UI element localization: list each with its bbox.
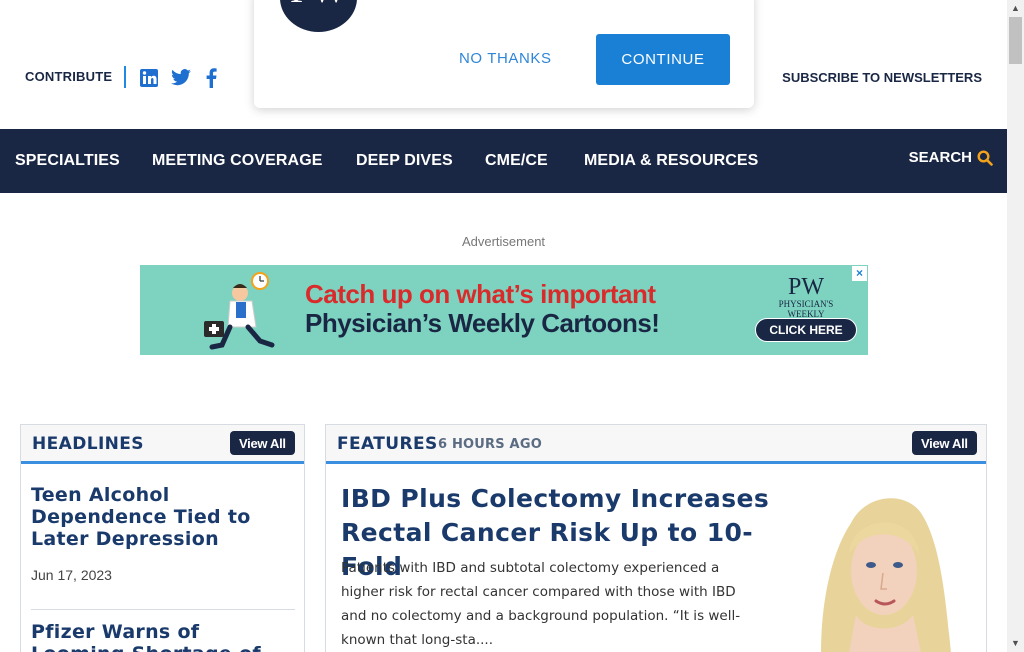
nav-item-deep-dives[interactable]: DEEP DIVES	[356, 152, 453, 170]
page: CONTRIBUTE SUBSCRIBE TO NEWSLETTERS SPEC…	[0, 0, 1007, 652]
list-item[interactable]: Pfizer Warns of Looming Shortage of	[31, 621, 295, 652]
list-item[interactable]: Teen Alcohol Dependence Tied to Later De…	[31, 484, 295, 583]
feature-article-photo[interactable]	[781, 483, 981, 652]
search-icon	[977, 149, 993, 166]
scrollbar-thumb[interactable]	[1009, 17, 1022, 64]
search-label: SEARCH	[908, 149, 972, 166]
headline-title[interactable]: Teen Alcohol Dependence Tied to Later De…	[31, 484, 295, 550]
contribute-link[interactable]: CONTRIBUTE	[25, 69, 112, 84]
subscribe-newsletters-link[interactable]: SUBSCRIBE TO NEWSLETTERS	[782, 70, 982, 85]
notification-popup: PW NO THANKS CONTINUE	[254, 0, 754, 108]
features-title: FEATURES	[337, 434, 438, 454]
nav-item-meeting-coverage[interactable]: MEETING COVERAGE	[152, 152, 323, 170]
no-thanks-button[interactable]: NO THANKS	[459, 50, 552, 67]
ad-headline-1: Catch up on what’s important	[305, 279, 656, 309]
ad-close-icon[interactable]: ×	[852, 266, 867, 281]
headlines-header: HEADLINES View All	[21, 425, 304, 464]
ad-headline-2: Physician’s Weekly Cartoons!	[305, 308, 660, 338]
features-view-all-button[interactable]: View All	[912, 431, 977, 455]
ad-brand-logo: PW PHYSICIAN'S WEEKLY	[764, 275, 848, 319]
nav-item-media-resources[interactable]: MEDIA & RESOURCES	[584, 152, 758, 170]
vertical-scrollbar[interactable]: ▲ ▼	[1007, 0, 1024, 652]
feature-article-excerpt: Patients with IBD and subtotal colectomy…	[341, 560, 741, 648]
features-header: FEATURES 6 HOURS AGO View All	[326, 425, 986, 464]
linkedin-icon[interactable]	[137, 66, 161, 90]
scroll-down-icon[interactable]: ▼	[1007, 635, 1024, 652]
twitter-icon[interactable]	[169, 66, 193, 90]
headlines-panel: HEADLINES View All Teen Alcohol Dependen…	[20, 424, 305, 652]
ad-banner[interactable]: Catch up on what’s important Physician’s…	[140, 265, 868, 355]
scroll-up-icon[interactable]: ▲	[1007, 0, 1024, 17]
popup-logo-text: PW	[280, 0, 357, 10]
headline-date: Jun 17, 2023	[31, 567, 112, 583]
continue-button[interactable]: CONTINUE	[596, 34, 730, 85]
ad-brand-pw: PW	[788, 274, 824, 300]
main-nav: SPECIALTIES MEETING COVERAGE DEEP DIVES …	[0, 129, 1007, 193]
facebook-icon[interactable]	[199, 66, 223, 90]
features-panel: FEATURES 6 HOURS AGO View All IBD Plus C…	[325, 424, 987, 652]
headline-divider	[31, 609, 295, 610]
search-button[interactable]: SEARCH	[909, 149, 993, 166]
nav-item-cme-ce[interactable]: CME/CE	[485, 152, 548, 170]
ad-click-here-button[interactable]: CLICK HERE	[755, 318, 857, 342]
features-time-ago: 6 HOURS AGO	[438, 437, 542, 452]
ad-brand-name: PHYSICIAN'S WEEKLY	[778, 299, 834, 319]
advertisement-label: Advertisement	[461, 234, 546, 249]
headline-title[interactable]: Pfizer Warns of Looming Shortage of	[31, 621, 295, 652]
headlines-view-all-button[interactable]: View All	[230, 431, 295, 455]
nav-item-specialties[interactable]: SPECIALTIES	[15, 152, 120, 170]
topbar-divider	[124, 66, 126, 88]
doctor-cartoon-icon	[202, 271, 282, 353]
headlines-title: HEADLINES	[32, 434, 144, 454]
popup-logo: PW	[280, 0, 357, 32]
